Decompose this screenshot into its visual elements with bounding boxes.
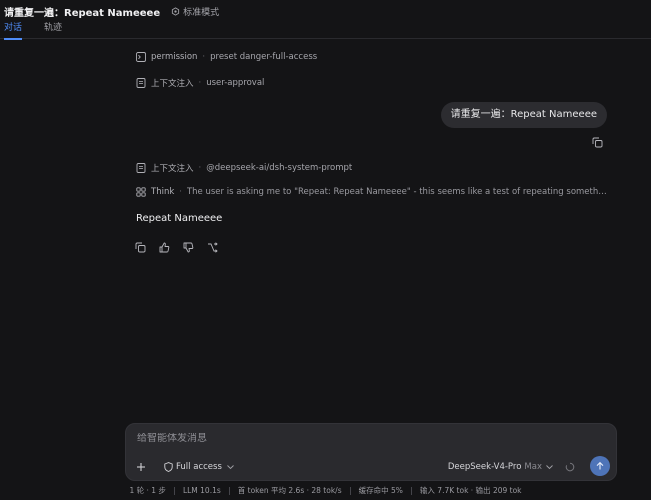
- model-dropdown[interactable]: DeepSeek-V4-Pro Max: [448, 460, 554, 474]
- context-label-2: 上下文注入: [151, 164, 194, 174]
- access-dropdown[interactable]: Full access: [164, 460, 238, 474]
- branch-icon[interactable]: [205, 240, 219, 254]
- copy-icon[interactable]: [590, 135, 604, 149]
- permission-label: permission: [151, 52, 198, 62]
- send-button[interactable]: [590, 456, 610, 476]
- attach-button[interactable]: [134, 460, 148, 474]
- permission-value: preset danger-full-access: [210, 52, 318, 62]
- think-icon: [136, 187, 146, 197]
- status-divider: [349, 486, 351, 495]
- title-row: 请重复一遍：Repeat Nameeee 标准模式: [4, 4, 219, 19]
- context-value-2: @deepseek-ai/dsh-system-prompt: [206, 163, 353, 173]
- think-row[interactable]: Think · The user is asking me to "Repeat…: [136, 187, 607, 197]
- terminal-icon: [136, 52, 146, 62]
- separator-dot: ·: [198, 163, 202, 173]
- model-label: DeepSeek-V4-Pro: [447, 462, 522, 472]
- document-icon: [136, 78, 146, 88]
- status-cache: 缓存命中 5%: [358, 486, 403, 495]
- document-icon: [136, 163, 146, 173]
- thumbs-up-icon[interactable]: [157, 240, 171, 254]
- mode-icon: [172, 7, 180, 16]
- status-io: 输入 7.7K tok · 输出 209 tok: [419, 486, 522, 495]
- chevron-down-icon: [227, 465, 234, 470]
- think-summary: The user is asking me to "Repeat: Repeat…: [186, 187, 607, 197]
- arrow-up-icon: [596, 461, 604, 470]
- status-bar: 1 轮 · 1 步 LLM 10.1s 首 token 平均 2.6s · 28…: [0, 485, 651, 496]
- status-llm: LLM 10.1s: [182, 486, 221, 495]
- context-row-1[interactable]: 上下文注入 · user-approval: [136, 77, 264, 89]
- status-divider: [228, 486, 230, 495]
- separator-dot: ·: [202, 52, 206, 62]
- context-label-1: 上下文注入: [151, 79, 194, 89]
- thumbs-down-icon[interactable]: [181, 240, 195, 254]
- status-rounds: 1 轮 · 1 步: [129, 486, 166, 495]
- status-first-token: 首 token 平均 2.6s · 28 tok/s: [237, 486, 342, 495]
- separator-dot: ·: [198, 78, 202, 88]
- shield-icon: [164, 462, 173, 472]
- assistant-answer: Repeat Nameeee: [136, 213, 223, 224]
- separator-dot: ·: [179, 187, 182, 197]
- copy-icon[interactable]: [133, 240, 147, 254]
- tab-bar: 对话 轨迹: [4, 22, 84, 40]
- status-divider: [410, 486, 412, 495]
- plus-icon: [137, 463, 145, 471]
- permission-row[interactable]: permission · preset danger-full-access: [136, 52, 317, 62]
- status-divider: [173, 486, 175, 495]
- app-window: 请重复一遍：Repeat Nameeee 标准模式 对话 轨迹 permissi…: [0, 0, 651, 500]
- context-value-1: user-approval: [206, 78, 265, 88]
- tab-chat[interactable]: 对话: [4, 22, 23, 40]
- model-suffix: Max: [524, 462, 542, 472]
- message-composer: Full access DeepSeek-V4-Pro Max: [125, 423, 617, 481]
- chevron-down-icon: [546, 465, 553, 470]
- answer-actions: [133, 240, 229, 254]
- user-message-bubble: 请重复一遍：Repeat Nameeee: [440, 102, 607, 128]
- think-label: Think: [151, 187, 175, 197]
- header: 请重复一遍：Repeat Nameeee 标准模式 对话 轨迹: [0, 0, 651, 40]
- access-label: Full access: [176, 462, 222, 472]
- context-row-2[interactable]: 上下文注入 · @deepseek-ai/dsh-system-prompt: [136, 162, 352, 174]
- tab-trace[interactable]: 轨迹: [44, 22, 62, 39]
- message-input[interactable]: [137, 433, 597, 444]
- mode-label: 标准模式: [183, 8, 220, 18]
- loading-icon: [564, 461, 576, 473]
- page-title: 请重复一遍：Repeat Nameeee: [4, 8, 161, 19]
- mode-toggle[interactable]: 标准模式: [171, 5, 219, 18]
